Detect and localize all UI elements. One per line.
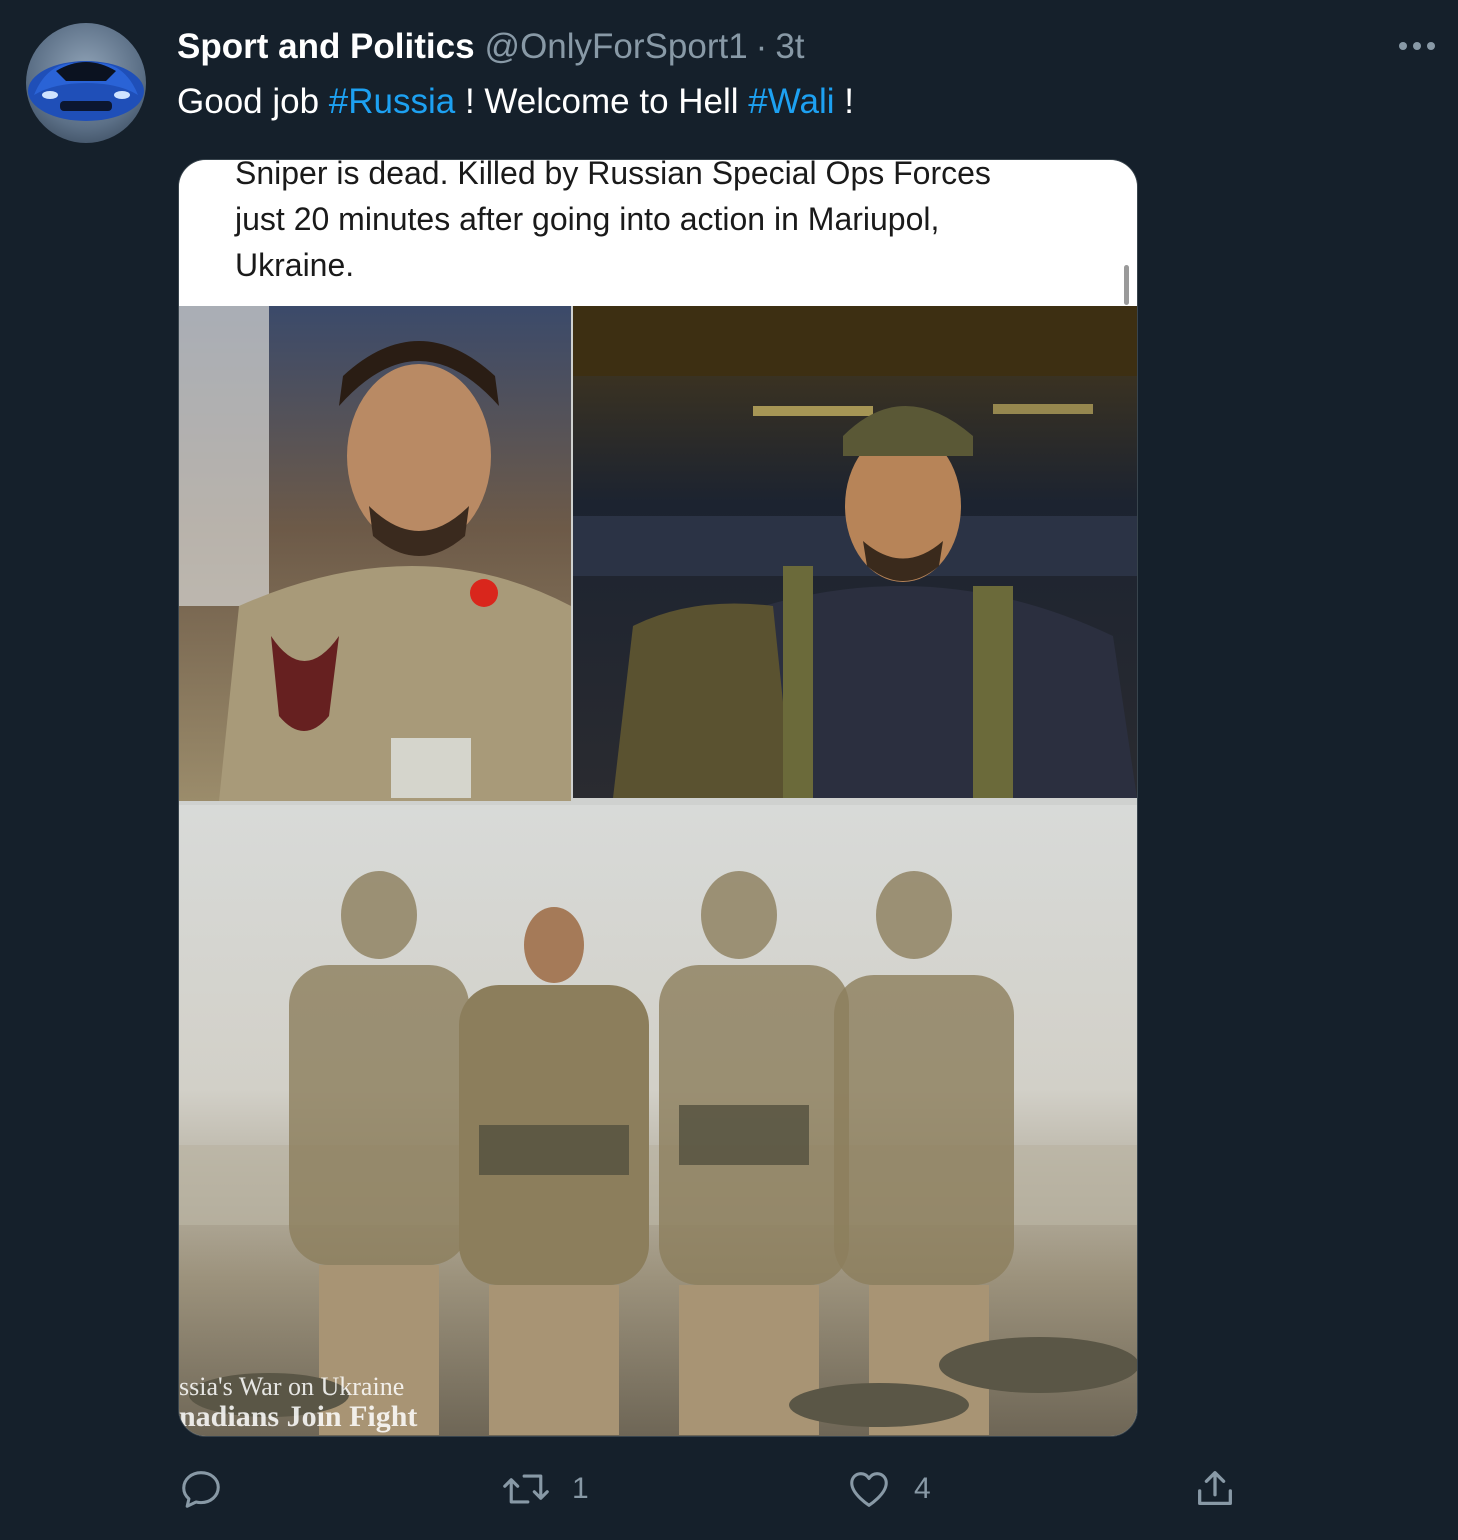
media-caption: Sniper is dead. Killed by Russian Specia…	[235, 159, 1095, 288]
watermark-line: nadians Join Fight	[179, 1400, 418, 1433]
caption-line: just 20 minutes after going into action …	[235, 201, 940, 237]
tweet-media[interactable]: Sniper is dead. Killed by Russian Specia…	[178, 159, 1138, 1437]
retweet-button[interactable]: 1	[502, 1466, 589, 1512]
share-button[interactable]	[1192, 1466, 1238, 1512]
reply-icon	[182, 1471, 220, 1508]
retweet-icon	[503, 1474, 549, 1504]
caption-line: Ukraine.	[235, 247, 355, 283]
tweet-text-part: !	[834, 82, 854, 121]
caption-line: Sniper is dead. Killed by Russian Specia…	[235, 159, 991, 191]
car-avatar-image	[28, 61, 144, 121]
retweet-count: 1	[572, 1472, 589, 1505]
reply-button[interactable]	[178, 1466, 246, 1512]
tweet-text-part: ! Welcome to Hell	[455, 82, 749, 121]
photo-group-of-soldiers: ssia's War on Ukraine nadians Join Fight	[179, 805, 1137, 1436]
hashtag-wali[interactable]: #Wali	[748, 82, 834, 121]
watermark-line: ssia's War on Ukraine	[179, 1372, 405, 1401]
more-button[interactable]	[1392, 28, 1442, 64]
avatar[interactable]	[26, 23, 146, 143]
scrollbar	[1124, 265, 1129, 305]
photo-soldier-portrait	[179, 306, 571, 801]
author-handle[interactable]: @OnlyForSport1	[485, 27, 748, 67]
more-icon	[1399, 42, 1435, 50]
like-button[interactable]: 4	[846, 1466, 931, 1512]
tweet-text: Good job #Russia ! Welcome to Hell #Wali…	[177, 82, 854, 122]
author-name[interactable]: Sport and Politics	[177, 27, 475, 67]
hashtag-russia[interactable]: #Russia	[329, 82, 455, 121]
tweet-header: Sport and Politics @OnlyForSport1 · 3t	[177, 27, 805, 71]
separator-dot: ·	[755, 27, 768, 66]
tweet-text-part: Good job	[177, 82, 329, 121]
share-icon	[1198, 1471, 1232, 1506]
tweet-time[interactable]: 3t	[775, 27, 804, 67]
media-watermark: ssia's War on Ukraine nadians Join Fight	[179, 1372, 417, 1432]
like-icon	[850, 1472, 888, 1507]
tweet-actions: 1 4	[0, 1466, 1458, 1522]
like-count: 4	[914, 1472, 931, 1505]
photo-soldier-with-backpack	[573, 306, 1137, 798]
media-caption-area: Sniper is dead. Killed by Russian Specia…	[179, 160, 1137, 306]
